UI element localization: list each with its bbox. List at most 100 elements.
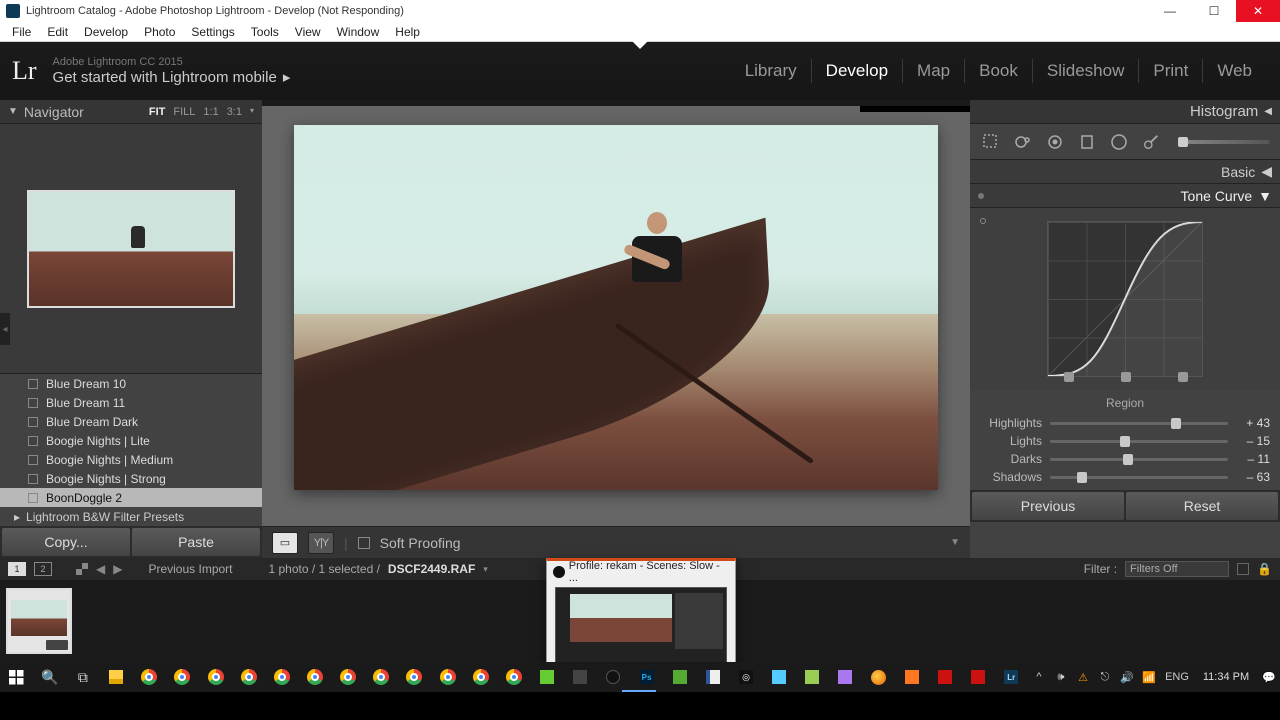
close-button[interactable]: ✕ bbox=[1236, 0, 1280, 22]
soft-proofing-checkbox[interactable] bbox=[358, 537, 370, 549]
basic-panel-header[interactable]: Basic ◀ bbox=[970, 160, 1280, 184]
zoom-menu-icon[interactable]: ▾ bbox=[250, 106, 254, 118]
left-panel-toggle[interactable]: ◂ bbox=[0, 313, 10, 345]
menu-edit[interactable]: Edit bbox=[39, 22, 76, 41]
navigator-preview[interactable] bbox=[0, 124, 262, 374]
file-explorer-icon[interactable] bbox=[99, 662, 132, 692]
action-center-icon[interactable]: 💬 bbox=[1258, 662, 1280, 692]
slider-darks[interactable]: Darks – 11 bbox=[980, 450, 1270, 468]
nav-back-icon[interactable]: ◀ bbox=[96, 562, 105, 576]
app-icon[interactable] bbox=[564, 662, 597, 692]
top-panel-toggle-icon[interactable] bbox=[632, 41, 648, 49]
adjustment-brush-tool-icon[interactable] bbox=[1140, 131, 1162, 153]
menu-help[interactable]: Help bbox=[387, 22, 428, 41]
filter-toggle-icon[interactable] bbox=[1237, 563, 1249, 575]
reset-button[interactable]: Reset bbox=[1126, 492, 1278, 520]
tray-icon[interactable]: 🕪 bbox=[1050, 662, 1072, 692]
slider-lights[interactable]: Lights – 15 bbox=[980, 432, 1270, 450]
curve-handle-shadows[interactable] bbox=[1064, 372, 1074, 382]
graduated-filter-tool-icon[interactable] bbox=[1076, 131, 1098, 153]
chrome-icon[interactable] bbox=[232, 662, 265, 692]
chrome-icon[interactable] bbox=[199, 662, 232, 692]
spot-removal-tool-icon[interactable] bbox=[1012, 131, 1034, 153]
nav-forward-icon[interactable]: ▶ bbox=[113, 562, 122, 576]
curve-handle-mid[interactable] bbox=[1121, 372, 1131, 382]
lightroom-taskbar-icon[interactable]: Lr bbox=[995, 662, 1028, 692]
chrome-icon[interactable] bbox=[365, 662, 398, 692]
chrome-icon[interactable] bbox=[166, 662, 199, 692]
menu-tools[interactable]: Tools bbox=[243, 22, 287, 41]
redeye-tool-icon[interactable] bbox=[1044, 131, 1066, 153]
word-icon[interactable] bbox=[696, 662, 729, 692]
target-adjustment-icon[interactable] bbox=[980, 218, 986, 224]
previous-button[interactable]: Previous bbox=[972, 492, 1124, 520]
filter-lock-icon[interactable]: 🔒 bbox=[1257, 562, 1272, 576]
app-icon[interactable]: ◎ bbox=[729, 662, 762, 692]
slider-highlights[interactable]: Highlights + 43 bbox=[980, 414, 1270, 432]
chrome-icon[interactable] bbox=[431, 662, 464, 692]
tray-icon[interactable]: ⎋ bbox=[1094, 662, 1116, 692]
module-map[interactable]: Map bbox=[903, 61, 964, 81]
curve-handle-highlights[interactable] bbox=[1178, 372, 1188, 382]
tone-curve-panel-header[interactable]: Tone Curve ▼ bbox=[970, 184, 1280, 208]
start-button[interactable] bbox=[0, 662, 33, 692]
histogram-header[interactable]: Histogram ◀ bbox=[970, 100, 1280, 124]
module-develop[interactable]: Develop bbox=[812, 61, 902, 81]
menu-file[interactable]: File bbox=[4, 22, 39, 41]
menu-settings[interactable]: Settings bbox=[183, 22, 242, 41]
module-print[interactable]: Print bbox=[1139, 61, 1202, 81]
zoom-1-1[interactable]: 1:1 bbox=[203, 106, 218, 118]
chrome-icon[interactable] bbox=[398, 662, 431, 692]
task-view-icon[interactable]: ⧉ bbox=[66, 662, 99, 692]
radial-filter-tool-icon[interactable] bbox=[1108, 131, 1130, 153]
filename-menu-icon[interactable]: ▾ bbox=[483, 564, 488, 575]
menu-window[interactable]: Window bbox=[329, 22, 388, 41]
slider-shadows[interactable]: Shadows – 63 bbox=[980, 468, 1270, 486]
menu-view[interactable]: View bbox=[287, 22, 329, 41]
obs-taskbar-icon[interactable] bbox=[597, 662, 630, 692]
loupe-view-button[interactable]: ▭ bbox=[272, 532, 298, 554]
tray-icon[interactable]: 🔊 bbox=[1116, 662, 1138, 692]
navigator-header[interactable]: ▼ Navigator FIT FILL 1:1 3:1 ▾ bbox=[0, 100, 262, 124]
firefox-icon[interactable] bbox=[862, 662, 895, 692]
preset-folder[interactable]: ▸Lightroom B&W Filter Presets bbox=[0, 507, 262, 526]
app-icon[interactable] bbox=[962, 662, 995, 692]
app-icon[interactable] bbox=[928, 662, 961, 692]
app-icon[interactable] bbox=[796, 662, 829, 692]
app-icon[interactable] bbox=[763, 662, 796, 692]
zoom-fill[interactable]: FILL bbox=[173, 106, 195, 118]
copy-button[interactable]: Copy... bbox=[2, 528, 130, 556]
tray-overflow-icon[interactable]: ^ bbox=[1028, 662, 1050, 692]
menu-photo[interactable]: Photo bbox=[136, 22, 183, 41]
crop-tool-icon[interactable] bbox=[980, 131, 1002, 153]
tray-icon[interactable]: ⚠ bbox=[1072, 662, 1094, 692]
clock[interactable]: 11:34 PM bbox=[1194, 671, 1258, 683]
paste-button[interactable]: Paste bbox=[132, 528, 260, 556]
module-library[interactable]: Library bbox=[731, 61, 811, 81]
app-icon[interactable] bbox=[829, 662, 862, 692]
photoshop-icon[interactable]: Ps bbox=[630, 662, 663, 692]
filter-dropdown[interactable]: Filters Off bbox=[1125, 561, 1229, 577]
image-viewport[interactable] bbox=[262, 106, 970, 526]
toolbar-menu-icon[interactable]: ▼ bbox=[950, 537, 960, 548]
main-display-button[interactable]: 1 bbox=[8, 562, 26, 576]
chrome-icon[interactable] bbox=[133, 662, 166, 692]
chrome-icon[interactable] bbox=[298, 662, 331, 692]
module-book[interactable]: Book bbox=[965, 61, 1032, 81]
panel-switch-icon[interactable] bbox=[978, 193, 984, 199]
maximize-button[interactable]: ☐ bbox=[1192, 0, 1236, 22]
module-web[interactable]: Web bbox=[1203, 61, 1266, 81]
wifi-icon[interactable]: 📶 bbox=[1138, 662, 1160, 692]
menu-develop[interactable]: Develop bbox=[76, 22, 136, 41]
brush-size-slider[interactable] bbox=[1178, 140, 1270, 144]
search-icon[interactable]: 🔍 bbox=[33, 662, 66, 692]
evernote-icon[interactable] bbox=[663, 662, 696, 692]
filmstrip-thumbnail[interactable] bbox=[6, 588, 72, 654]
app-icon[interactable] bbox=[895, 662, 928, 692]
identity-line2[interactable]: Get started with Lightroom mobile bbox=[53, 69, 277, 86]
chrome-icon[interactable] bbox=[464, 662, 497, 692]
second-display-button[interactable]: 2 bbox=[34, 562, 52, 576]
chrome-icon[interactable] bbox=[497, 662, 530, 692]
chrome-icon[interactable] bbox=[332, 662, 365, 692]
grid-view-icon[interactable] bbox=[76, 563, 88, 575]
